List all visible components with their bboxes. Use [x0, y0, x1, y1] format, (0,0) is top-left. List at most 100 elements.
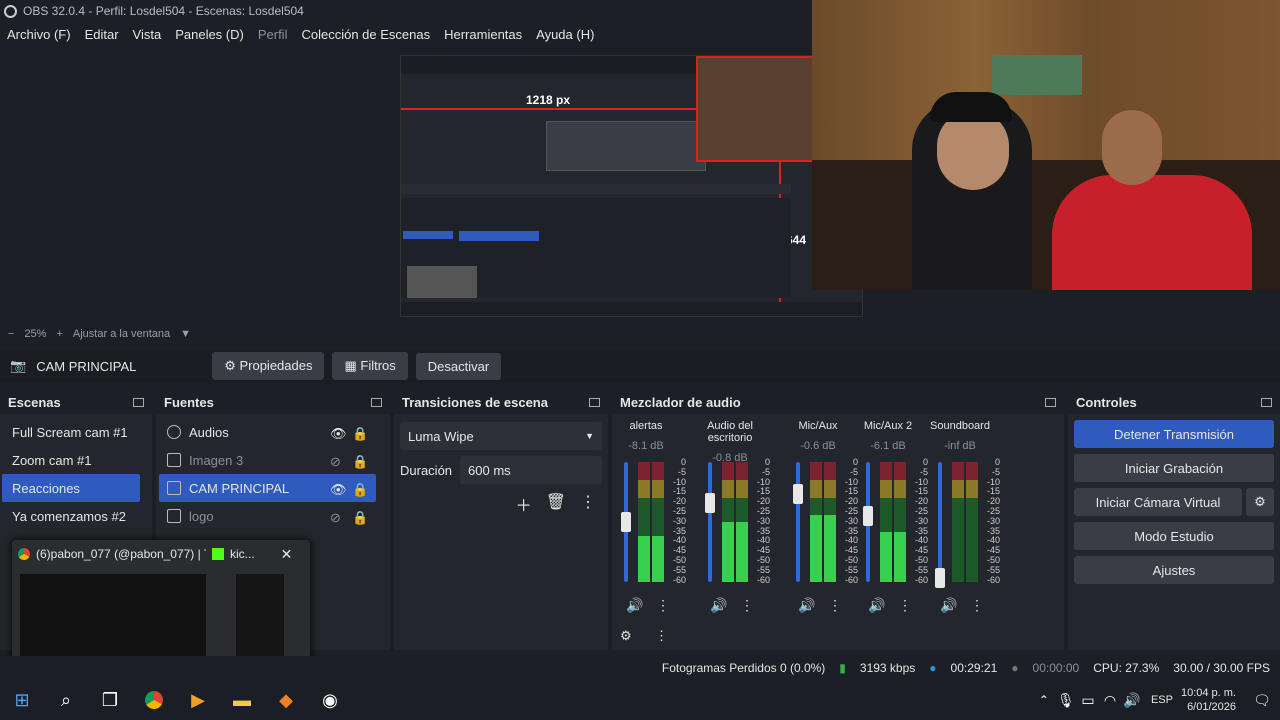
more-icon[interactable]: ⋮: [656, 597, 670, 614]
task-view-icon[interactable]: ❐: [88, 680, 132, 720]
fader-knob[interactable]: [863, 506, 873, 526]
float-icon[interactable]: [589, 397, 600, 407]
menu-archivo[interactable]: Archivo (F): [0, 27, 78, 42]
chevron-up-icon[interactable]: ⌃: [1033, 680, 1055, 720]
float-icon[interactable]: [371, 397, 382, 407]
mute-icon[interactable]: 🔊: [940, 597, 957, 614]
zoom-out-button[interactable]: −: [8, 328, 14, 340]
filters-button[interactable]: ▦ Filtros: [332, 352, 408, 380]
chevron-down-icon[interactable]: ▼: [180, 328, 191, 340]
more-icon[interactable]: ⋮: [828, 597, 842, 614]
volume-fader[interactable]: [796, 462, 800, 582]
fader-knob[interactable]: [621, 511, 631, 532]
more-icon[interactable]: ⋮: [898, 597, 912, 614]
float-icon[interactable]: [1261, 397, 1272, 407]
float-icon[interactable]: [1045, 397, 1056, 407]
volume-icon[interactable]: 🔊: [1121, 680, 1143, 720]
chrome-taskbar-icon[interactable]: [132, 680, 176, 720]
virtual-camera-button[interactable]: Iniciar Cámara Virtual: [1074, 488, 1242, 516]
mute-icon[interactable]: 🔊: [710, 597, 727, 614]
mixer-more-icon[interactable]: ⋮: [655, 628, 668, 644]
stop-stream-button[interactable]: Detener Transmisión: [1074, 420, 1274, 448]
studio-mode-button[interactable]: Modo Estudio: [1074, 522, 1274, 550]
eye-icon[interactable]: 👁: [330, 482, 347, 497]
fader-knob[interactable]: [793, 484, 803, 504]
scene-item[interactable]: Ya comenzamos #2: [2, 502, 140, 530]
image-icon: [167, 453, 181, 467]
mixer-channel: Mic/Aux 2 -6.1 dB: [848, 420, 928, 452]
zoom-in-button[interactable]: +: [56, 328, 62, 340]
media-player-icon[interactable]: ▶: [176, 680, 220, 720]
lock-icon[interactable]: 🔒: [352, 482, 368, 497]
trash-icon[interactable]: 🗑: [546, 492, 566, 516]
scene-item[interactable]: Zoom cam #1: [2, 446, 140, 474]
fader-knob[interactable]: [935, 568, 945, 588]
search-icon[interactable]: ⌕: [44, 680, 88, 720]
channel-name: alertas: [629, 420, 663, 432]
transition-type: Luma Wipe: [408, 428, 474, 444]
menu-vista[interactable]: Vista: [126, 27, 169, 42]
lock-icon[interactable]: 🔒: [352, 454, 368, 469]
obs-taskbar-icon[interactable]: ◉: [308, 680, 352, 720]
obs-logo-icon: [4, 4, 17, 18]
meter-green: [880, 531, 892, 582]
tab-title-2[interactable]: kic...: [230, 547, 255, 561]
more-icon[interactable]: ⋮: [970, 597, 984, 614]
level-meter: [736, 462, 748, 582]
battery-icon[interactable]: ▭: [1077, 680, 1099, 720]
mute-icon[interactable]: 🔊: [868, 597, 885, 614]
add-icon[interactable]: ＋: [516, 492, 532, 516]
eye-hidden-icon[interactable]: ⊘: [330, 510, 344, 525]
menu-perfil[interactable]: Perfil: [251, 27, 295, 42]
deactivate-button[interactable]: Desactivar: [415, 352, 502, 380]
fader-knob[interactable]: [705, 492, 715, 513]
menu-ayuda[interactable]: Ayuda (H): [529, 27, 601, 42]
mixer-gear-icon[interactable]: ⚙: [620, 628, 632, 644]
menu-herramientas[interactable]: Herramientas: [437, 27, 529, 42]
scene-item[interactable]: Full Scream cam #1: [2, 418, 140, 446]
volume-fader[interactable]: [708, 462, 712, 582]
float-icon[interactable]: [133, 397, 144, 407]
source-item[interactable]: logo ⊘ 🔒: [159, 502, 376, 530]
fit-window-button[interactable]: Ajustar a la ventana: [73, 328, 170, 340]
duration-spinbox[interactable]: 600 ms: [460, 456, 602, 484]
level-meter: [894, 462, 906, 582]
meter-yellow: [966, 480, 978, 498]
channel-db: -6.1 dB: [870, 440, 906, 452]
volume-fader[interactable]: [938, 462, 942, 582]
source-item[interactable]: Imagen 3 ⊘ 🔒: [159, 446, 376, 474]
microphone-icon[interactable]: 🎙: [1055, 680, 1077, 720]
properties-label: Propiedades: [239, 358, 313, 373]
menu-coleccion[interactable]: Colección de Escenas: [294, 27, 437, 42]
notification-icon[interactable]: 🗨: [1244, 680, 1280, 720]
transition-select[interactable]: Luma Wipe ▼: [400, 422, 602, 450]
scene-item-selected[interactable]: Reacciones: [2, 474, 140, 502]
properties-button[interactable]: ⚙ Propiedades: [212, 352, 325, 380]
lock-icon[interactable]: 🔒: [352, 510, 368, 525]
eye-hidden-icon[interactable]: ⊘: [330, 454, 344, 469]
settings-button[interactable]: Ajustes: [1074, 556, 1274, 584]
mute-icon[interactable]: 🔊: [798, 597, 815, 614]
scale-tick: -60: [914, 574, 928, 585]
start-recording-button[interactable]: Iniciar Grabación: [1074, 454, 1274, 482]
source-item[interactable]: Audios 👁 🔒: [159, 418, 376, 446]
file-explorer-icon[interactable]: ▬: [220, 680, 264, 720]
eye-icon[interactable]: 👁: [330, 426, 347, 441]
source-item-selected[interactable]: CAM PRINCIPAL 👁 🔒: [159, 474, 376, 502]
more-icon[interactable]: ⋮: [740, 597, 754, 614]
windows-start-icon[interactable]: ⊞: [0, 680, 44, 720]
lock-icon[interactable]: 🔒: [352, 426, 368, 441]
clock[interactable]: 10:04 p. m. 6/01/2026: [1181, 686, 1236, 714]
app-icon[interactable]: ◆: [264, 680, 308, 720]
preview-capture[interactable]: 1218 px 644: [400, 55, 863, 317]
menu-paneles[interactable]: Paneles (D): [168, 27, 251, 42]
language-indicator[interactable]: ESP: [1151, 694, 1173, 706]
wifi-icon[interactable]: ◠: [1099, 680, 1121, 720]
tab-title-1[interactable]: (6)pabon_077 (@pabon_077) | T...: [36, 547, 206, 561]
close-icon[interactable]: ✕: [281, 546, 293, 563]
mute-icon[interactable]: 🔊: [626, 597, 643, 614]
menu-editar[interactable]: Editar: [78, 27, 126, 42]
channel-name: Soundboard: [930, 420, 990, 432]
gear-icon[interactable]: ⚙: [1246, 488, 1274, 516]
more-icon[interactable]: ⋮: [580, 492, 596, 516]
